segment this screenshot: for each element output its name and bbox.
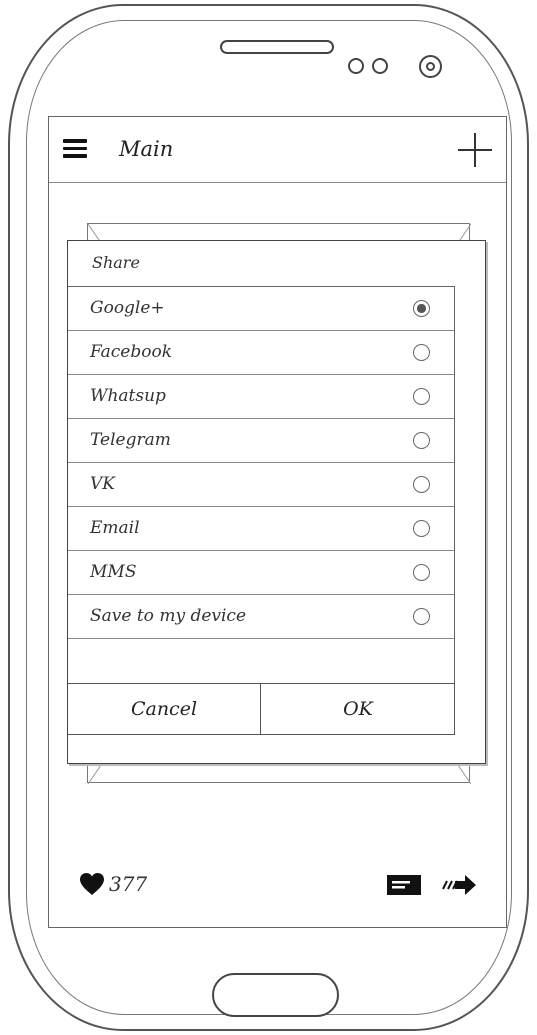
share-option-google-plus[interactable]: Google+	[68, 287, 454, 331]
share-option-telegram[interactable]: Telegram	[68, 419, 454, 463]
radio-button[interactable]	[413, 564, 430, 581]
share-option-save-to-device[interactable]: Save to my device	[68, 595, 454, 639]
option-label: Save to my device	[90, 606, 247, 626]
option-label: VK	[90, 474, 115, 494]
option-label: Google+	[90, 298, 165, 318]
screen: Main Share Google+ Facebook Whatsup Tele	[48, 116, 507, 928]
radio-button[interactable]	[413, 388, 430, 405]
app-bar: Main	[49, 117, 506, 183]
like-counter[interactable]: 377	[79, 869, 147, 899]
share-option-email[interactable]: Email	[68, 507, 454, 551]
speaker-grille	[220, 40, 334, 54]
light-sensor	[372, 58, 388, 74]
share-option-whatsup[interactable]: Whatsup	[68, 375, 454, 419]
plus-icon[interactable]	[458, 133, 492, 167]
page-title: Main	[119, 137, 174, 161]
radio-button[interactable]	[413, 344, 430, 361]
front-camera	[419, 55, 442, 78]
menu-icon[interactable]	[63, 139, 87, 158]
share-option-vk[interactable]: VK	[68, 463, 454, 507]
option-label: MMS	[90, 562, 137, 582]
likes-count: 377	[109, 872, 148, 896]
dialog-actions: Cancel OK	[68, 683, 455, 735]
comment-icon[interactable]	[387, 875, 421, 895]
share-options-list: Google+ Facebook Whatsup Telegram VK Ema…	[68, 286, 455, 684]
dialog-title: Share	[92, 253, 140, 272]
radio-button-selected[interactable]	[413, 300, 430, 317]
share-option-facebook[interactable]: Facebook	[68, 331, 454, 375]
proximity-sensor	[348, 58, 364, 74]
option-label: Facebook	[90, 342, 173, 362]
ok-button[interactable]: OK	[261, 684, 455, 734]
share-option-mms[interactable]: MMS	[68, 551, 454, 595]
share-dialog: Share Google+ Facebook Whatsup Telegram …	[67, 240, 486, 764]
option-label: Telegram	[90, 430, 171, 450]
radio-button[interactable]	[413, 608, 430, 625]
cancel-button[interactable]: Cancel	[68, 684, 261, 734]
heart-icon[interactable]	[79, 872, 105, 896]
home-button[interactable]	[212, 973, 339, 1017]
radio-button[interactable]	[413, 432, 430, 449]
option-label: Whatsup	[90, 386, 166, 406]
option-label: Email	[90, 518, 140, 538]
radio-button[interactable]	[413, 476, 430, 493]
share-arrow-icon[interactable]	[441, 874, 477, 896]
radio-button[interactable]	[413, 520, 430, 537]
